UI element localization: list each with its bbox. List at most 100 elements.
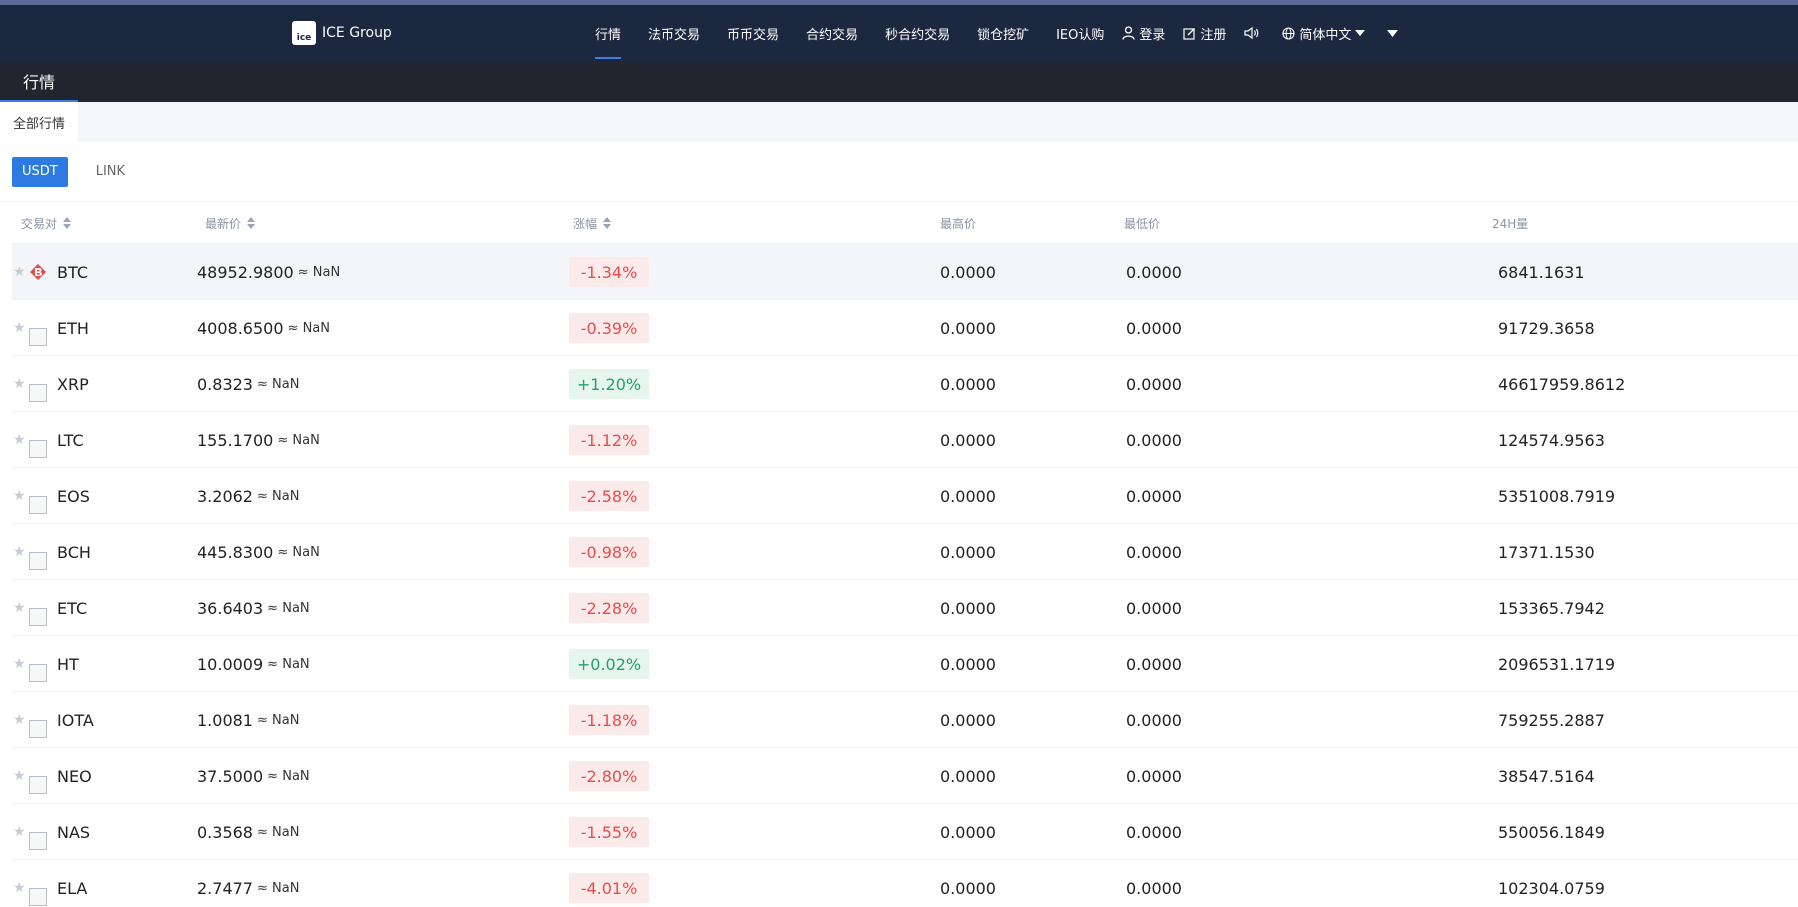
high-price: 0.0000 [940,710,996,730]
pair-name: LTC [57,430,84,450]
last-price: 3.2062 ≈ NaN [197,468,299,524]
language-select[interactable]: 简体中文 [1282,5,1369,61]
high-price: 0.0000 [940,374,996,394]
price-value: 155.1700 [197,430,274,450]
approx-sign: ≈ [256,376,268,392]
pair-name: NAS [57,822,91,842]
market-table: 交易对 最新价 涨幅 最高价 最低价 24H量 ★ BTC 48952.9800… [12,202,1798,907]
change-badge: -1.34% [569,257,649,287]
low-price: 0.0000 [1126,262,1182,282]
star-icon[interactable]: ★ [13,636,26,692]
coin-tab-link[interactable]: LINK [86,157,135,187]
table-row[interactable]: ★ BTC 48952.9800 ≈ NaN -1.34% 0.0000 0.0… [12,244,1798,300]
approx-sign: ≈ [256,712,268,728]
last-price: 2.7477 ≈ NaN [197,860,299,907]
caret-down-icon [1387,29,1399,37]
broken-image-icon [29,664,47,682]
high-price: 0.0000 [940,766,996,786]
table-row[interactable]: ★ NEO 37.5000 ≈ NaN -2.80% 0.0000 0.0000… [12,748,1798,804]
star-icon[interactable]: ★ [13,468,26,524]
star-icon[interactable]: ★ [13,356,26,412]
change-badge: -1.55% [569,817,649,847]
edit-icon [1183,27,1196,40]
col-last-price[interactable]: 最新价 [205,202,256,244]
fiat-approx: ≈ NaN [298,265,340,280]
nav-item-ieo[interactable]: IEO认购 [1056,5,1104,61]
speaker-icon [1244,26,1259,40]
star-icon[interactable]: ★ [13,748,26,804]
volume-24h: 38547.5164 [1498,766,1595,786]
table-row[interactable]: ★ EOS 3.2062 ≈ NaN -2.58% 0.0000 0.0000 … [12,468,1798,524]
brand-logo[interactable]: ice ICE Group [292,21,392,45]
user-icon [1122,26,1136,40]
table-header: 交易对 最新价 涨幅 最高价 最低价 24H量 [12,202,1798,244]
more-dropdown[interactable] [1387,5,1402,61]
coin-tab-usdt[interactable]: USDT [12,156,68,187]
volume-24h: 153365.7942 [1498,598,1605,618]
change-cell: -1.55% [569,804,649,860]
low-price: 0.0000 [1126,598,1182,618]
volume-24h: 124574.9563 [1498,430,1605,450]
star-icon[interactable]: ★ [13,524,26,580]
approx-value: NaN [282,768,310,784]
nav-item-second-contract[interactable]: 秒合约交易 [885,5,950,61]
table-row[interactable]: ★ HT 10.0009 ≈ NaN +0.02% 0.0000 0.0000 … [12,636,1798,692]
broken-image-icon [29,496,47,514]
nav-item-spot[interactable]: 币币交易 [727,5,779,61]
sound-toggle[interactable] [1244,5,1264,61]
change-cell: -1.12% [569,412,649,468]
low-price: 0.0000 [1126,710,1182,730]
table-row[interactable]: ★ LTC 155.1700 ≈ NaN -1.12% 0.0000 0.000… [12,412,1798,468]
approx-value: NaN [282,600,310,616]
low-price: 0.0000 [1126,822,1182,842]
nav-item-fiat[interactable]: 法币交易 [648,5,700,61]
nav-item-staking[interactable]: 锁仓挖矿 [977,5,1029,61]
table-row[interactable]: ★ ELA 2.7477 ≈ NaN -4.01% 0.0000 0.0000 … [12,860,1798,907]
fiat-approx: ≈ NaN [257,825,299,840]
nav-item-contract[interactable]: 合约交易 [806,5,858,61]
low-price: 0.0000 [1126,654,1182,674]
high-price: 0.0000 [940,262,996,282]
low-price: 0.0000 [1126,486,1182,506]
change-badge: -1.12% [569,425,649,455]
high-price: 0.0000 [940,598,996,618]
login-link[interactable]: 登录 [1122,5,1165,61]
table-row[interactable]: ★ BCH 445.8300 ≈ NaN -0.98% 0.0000 0.000… [12,524,1798,580]
change-cell: -0.39% [569,300,649,356]
star-icon[interactable]: ★ [13,692,26,748]
fiat-approx: ≈ NaN [277,545,319,560]
approx-sign: ≈ [277,544,289,560]
star-icon[interactable]: ★ [13,804,26,860]
last-price: 36.6403 ≈ NaN [197,580,310,636]
language-label: 简体中文 [1299,27,1352,43]
star-icon[interactable]: ★ [13,244,26,300]
star-icon[interactable]: ★ [13,580,26,636]
broken-image-icon [29,552,47,570]
tab-all-markets[interactable]: 全部行情 [0,102,78,142]
col-change[interactable]: 涨幅 [573,202,612,244]
fiat-approx: ≈ NaN [257,489,299,504]
change-badge: -2.80% [569,761,649,791]
table-row[interactable]: ★ ETH 4008.6500 ≈ NaN -0.39% 0.0000 0.00… [12,300,1798,356]
volume-24h: 17371.1530 [1498,542,1595,562]
table-row[interactable]: ★ IOTA 1.0081 ≈ NaN -1.18% 0.0000 0.0000… [12,692,1798,748]
change-cell: -1.18% [569,692,649,748]
col-last-label: 最新价 [205,216,242,231]
price-value: 0.3568 [197,822,253,842]
high-price: 0.0000 [940,878,996,898]
star-icon[interactable]: ★ [13,300,26,356]
high-price: 0.0000 [940,318,996,338]
quote-coin-tabs: USDT LINK [0,142,1798,202]
col-high: 最高价 [940,216,977,231]
caret-down-icon [1355,30,1366,36]
nav-item-market[interactable]: 行情 [595,5,622,61]
table-row[interactable]: ★ ETC 36.6403 ≈ NaN -2.28% 0.0000 0.0000… [12,580,1798,636]
price-value: 3.2062 [197,486,253,506]
table-row[interactable]: ★ XRP 0.8323 ≈ NaN +1.20% 0.0000 0.0000 … [12,356,1798,412]
logo-mark: ice [292,21,316,45]
star-icon[interactable]: ★ [13,860,26,907]
col-pair[interactable]: 交易对 [21,202,72,244]
table-row[interactable]: ★ NAS 0.3568 ≈ NaN -1.55% 0.0000 0.0000 … [12,804,1798,860]
register-link[interactable]: 注册 [1183,5,1226,61]
star-icon[interactable]: ★ [13,412,26,468]
